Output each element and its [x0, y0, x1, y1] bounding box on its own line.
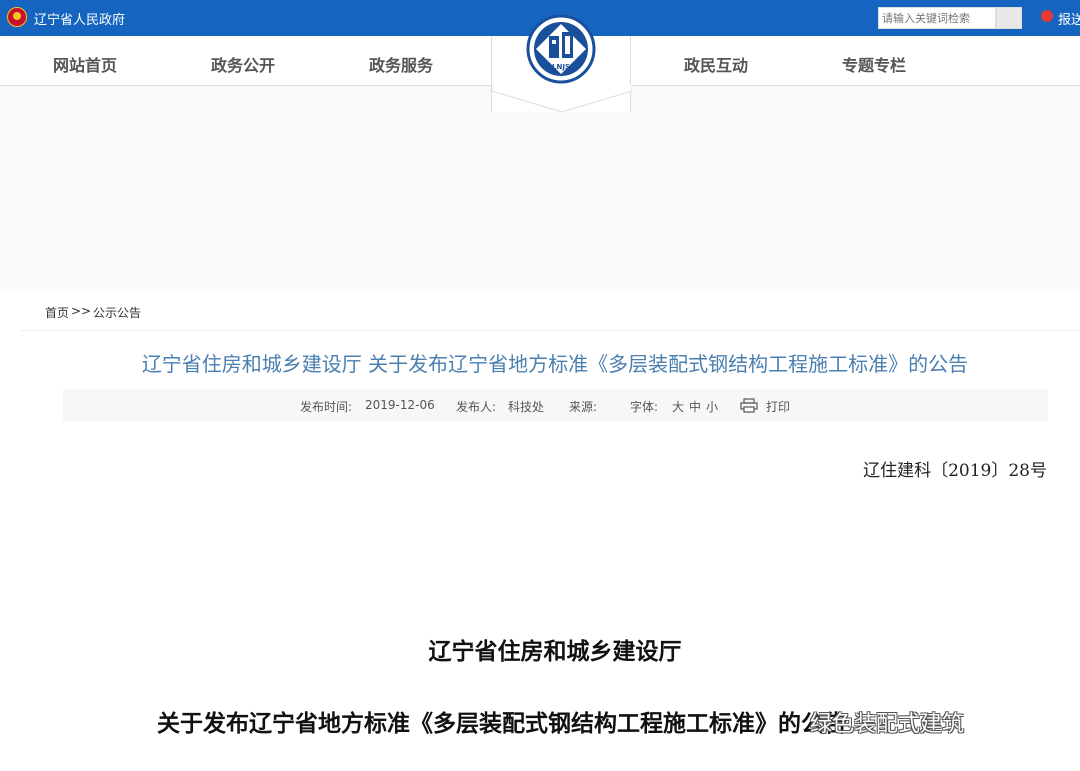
report-icon[interactable] [1041, 10, 1053, 22]
report-link[interactable]: 报送 [1058, 9, 1080, 28]
nav-item-home[interactable]: 网站首页 [53, 52, 117, 76]
body-heading-announcement: 关于发布辽宁省地方标准《多层装配式钢结构工程施工标准》的公告 [157, 711, 847, 737]
body-heading-department: 辽宁省住房和城乡建设厅 [428, 639, 682, 665]
printer-icon[interactable] [740, 398, 758, 417]
search-input[interactable] [878, 7, 996, 29]
nav-item-gov-affairs-open[interactable]: 政务公开 [211, 52, 275, 76]
search-button[interactable] [996, 7, 1022, 29]
nav-item-special-topics[interactable]: 专题专栏 [842, 52, 906, 76]
font-size-label: 字体: [630, 400, 659, 414]
breadcrumb-current[interactable]: 公示公告 [93, 304, 141, 321]
font-size-large[interactable]: 大 [672, 398, 684, 415]
department-logo[interactable]: LNJS [526, 14, 596, 84]
breadcrumb-separator: >> [71, 304, 92, 318]
national-emblem-icon [7, 7, 27, 27]
document-number: 辽住建科〔2019〕28号 [863, 461, 1047, 481]
nav-item-gov-services[interactable]: 政务服务 [369, 52, 433, 76]
publisher-label: 发布人: [456, 400, 497, 414]
site-name[interactable]: 辽宁省人民政府 [34, 9, 125, 28]
nav-item-interaction[interactable]: 政民互动 [684, 52, 748, 76]
article-title: 辽宁省住房和城乡建设厅 关于发布辽宁省地方标准《多层装配式钢结构工程施工标准》的… [141, 352, 969, 376]
breadcrumb: 首页 >> 公示公告 [20, 293, 1080, 331]
breadcrumb-home[interactable]: 首页 [45, 304, 69, 321]
publish-time-label: 发布时间: [300, 400, 353, 414]
publish-time-value: 2019-12-06 [365, 398, 435, 412]
font-size-small[interactable]: 小 [706, 398, 718, 415]
print-link[interactable]: 打印 [766, 398, 790, 415]
font-size-medium[interactable]: 中 [689, 398, 701, 415]
logo-text: LNJS [552, 63, 570, 71]
watermark-text: 绿色装配式建筑 [810, 712, 965, 737]
source-label: 来源: [569, 400, 598, 414]
banner-area [0, 86, 1080, 291]
article-meta-bar: 发布时间: 2019-12-06 发布人: 科技处 来源: 字体: 大 中 小 … [63, 389, 1048, 421]
publisher-value: 科技处 [508, 400, 545, 414]
